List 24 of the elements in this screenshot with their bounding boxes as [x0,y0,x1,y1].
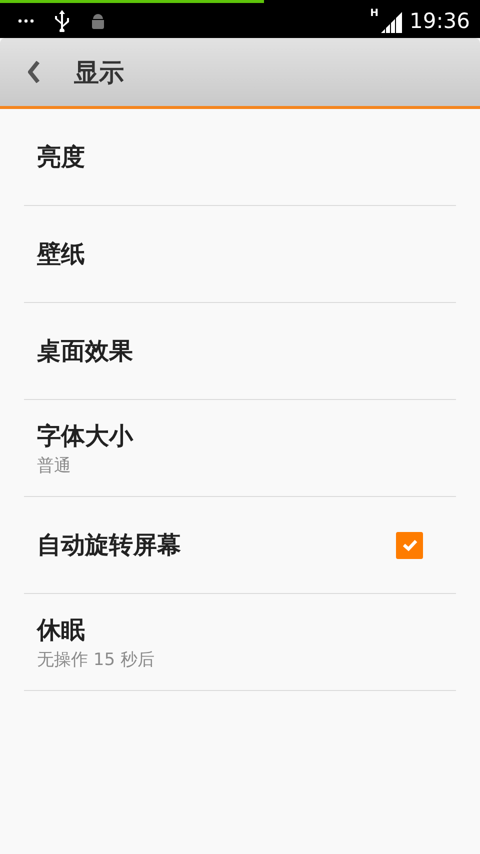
more-icon [18,18,34,22]
settings-item[interactable]: 自动旋转屏幕 [24,497,456,594]
settings-item[interactable]: 亮度 [24,109,456,206]
item-title: 字体大小 [37,420,133,452]
item-title: 休眠 [37,614,86,646]
screen-title: 显示 [74,56,124,88]
network-type: H [370,8,378,18]
item-summary: 普通 [37,454,72,476]
settings-item[interactable]: 字体大小 普通 [24,400,456,497]
settings-item[interactable]: 壁纸 [24,206,456,303]
item-summary: 无操作 15 秒后 [37,648,154,670]
checkbox[interactable] [396,532,423,558]
item-title: 桌面效果 [37,336,133,367]
back-icon[interactable] [28,61,40,83]
clock: 19:36 [409,8,470,32]
android-icon [90,12,106,30]
item-title: 壁纸 [37,239,85,270]
usb-icon [54,10,70,32]
check-icon [402,537,418,553]
settings-item[interactable]: 休眠 无操作 15 秒后 [24,594,456,691]
item-title: 亮度 [37,142,85,173]
item-title: 自动旋转屏幕 [37,530,181,561]
settings-item[interactable]: 桌面效果 [24,303,456,400]
signal-icon [381,10,404,32]
